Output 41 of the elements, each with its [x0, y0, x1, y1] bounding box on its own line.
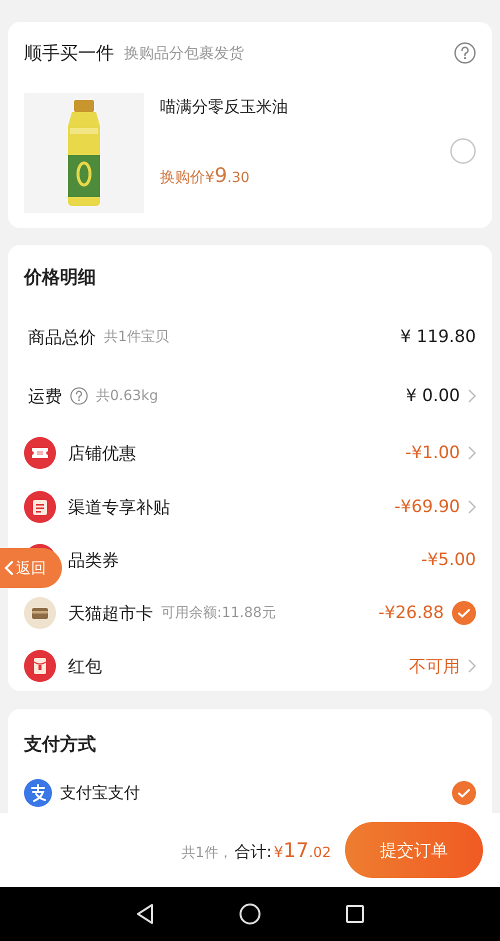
item-count: 共1件，	[181, 844, 232, 862]
envelope-icon	[24, 650, 56, 682]
row-label: 天猫超市卡	[68, 602, 153, 625]
alipay-icon	[24, 779, 52, 808]
help-icon[interactable]	[454, 42, 476, 64]
recent-apps-icon[interactable]	[345, 904, 365, 924]
row-note: 共0.63kg	[96, 387, 158, 406]
row-amount: -¥26.88	[378, 603, 444, 624]
product-name[interactable]: 喵满分零反玉米油	[160, 97, 288, 118]
checkbox[interactable]	[450, 138, 476, 164]
row-label: 红包	[68, 656, 102, 678]
row-label: 运费	[28, 386, 62, 408]
help-icon[interactable]	[70, 387, 88, 406]
payment-method[interactable]: 支付宝支付	[60, 782, 140, 804]
row-note: 共1件宝贝	[104, 328, 169, 346]
row-label: 店铺优惠	[68, 442, 136, 465]
row-amount: -¥69.90	[394, 497, 460, 518]
row-label: 商品总价	[28, 326, 96, 349]
row-amount: -¥1.00	[405, 443, 460, 464]
row-amount: ¥ 0.00	[406, 386, 460, 406]
card-icon	[24, 597, 56, 630]
home-icon[interactable]	[239, 903, 261, 926]
subsidy-icon	[24, 491, 56, 524]
section-title: 价格明细	[24, 266, 97, 290]
back-icon[interactable]	[135, 903, 155, 926]
row-label: 渠道专享补贴	[68, 496, 170, 519]
row-amount: -¥5.00	[421, 550, 476, 570]
total-amount: ¥17.02	[274, 838, 331, 862]
checkbox[interactable]	[452, 601, 476, 626]
product-price: 换购价¥9.30	[160, 163, 250, 188]
section-title: 顺手买一件	[24, 42, 114, 66]
section-title: 支付方式	[24, 732, 97, 757]
row-label: 品类券	[68, 550, 119, 572]
row-amount: 不可用	[409, 656, 460, 678]
row-amount: ¥ 119.80	[400, 327, 476, 348]
chevron-left-icon	[4, 560, 14, 576]
ticket-icon	[24, 437, 56, 470]
checkbox[interactable]	[452, 781, 476, 806]
total-label: 合计:	[234, 842, 272, 863]
row-note: 可用余额:11.88元	[161, 604, 276, 622]
section-subtitle: 换购品分包裹发货	[124, 44, 245, 63]
